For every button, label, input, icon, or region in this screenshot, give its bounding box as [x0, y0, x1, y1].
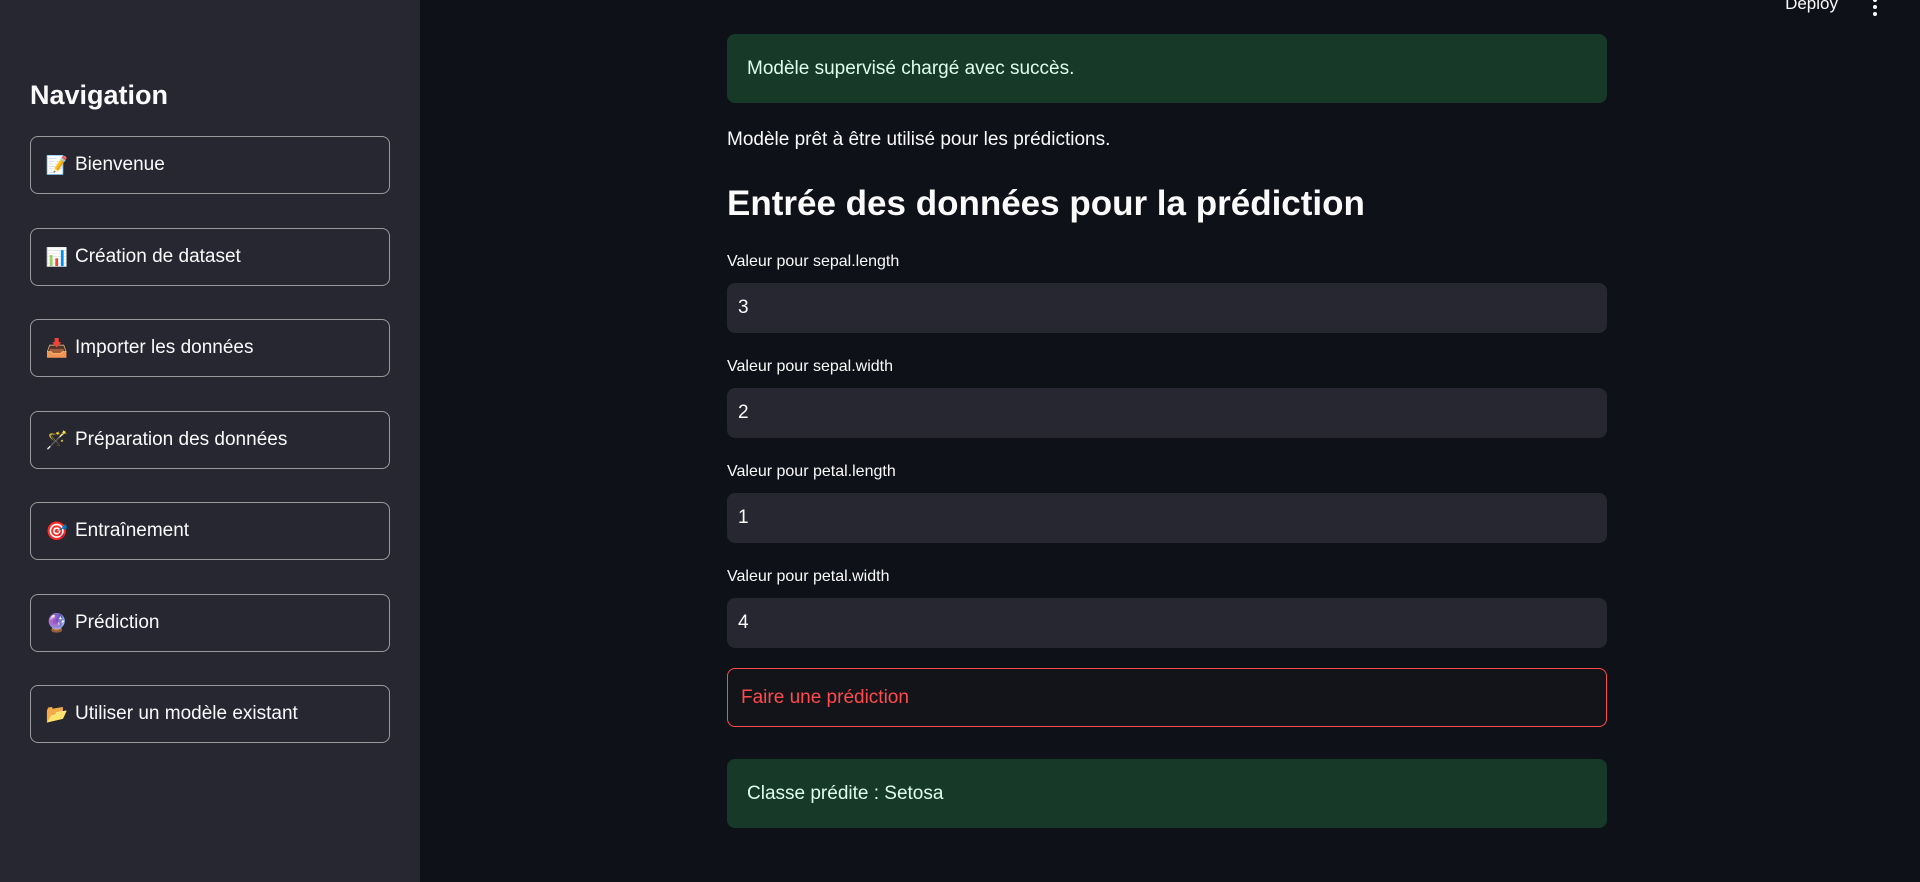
success-alert: Modèle supervisé chargé avec succès.	[727, 34, 1607, 103]
prediction-result-alert: Classe prédite : Setosa	[727, 759, 1607, 828]
predict-button[interactable]: Faire une prédiction	[727, 668, 1607, 727]
deploy-button[interactable]: Deploy	[1785, 0, 1838, 14]
nav-button-label: Utiliser un modèle existant	[75, 703, 298, 724]
prediction-result-text: Classe prédite : Setosa	[747, 782, 944, 804]
bar-chart-icon: 📊	[45, 246, 69, 267]
predict-button-label: Faire une prédiction	[741, 686, 909, 708]
page-heading: Entrée des données pour la prédiction	[727, 184, 1365, 223]
nav-button-label: Prédiction	[75, 612, 160, 633]
top-header: Deploy	[420, 0, 1920, 20]
nav-button-label: Préparation des données	[75, 429, 288, 450]
nav-button-label: Entraînement	[75, 520, 190, 541]
inbox-tray-icon: 📥	[45, 337, 69, 358]
kebab-menu-icon[interactable]	[1872, 0, 1878, 16]
nav-button-label: Création de dataset	[75, 246, 241, 267]
petal-length-label: Valeur pour petal.length	[727, 463, 896, 480]
ready-text: Modèle prêt à être utilisé pour les préd…	[727, 129, 1111, 150]
nav-button-prediction[interactable]: 🔮 Prédiction	[30, 594, 390, 652]
folder-icon: 📂	[45, 703, 69, 724]
nav-button-importer-donnees[interactable]: 📥 Importer les données	[30, 319, 390, 377]
target-icon: 🎯	[45, 520, 69, 541]
nav-button-preparation-donnees[interactable]: 🪄 Préparation des données	[30, 411, 390, 469]
sepal-width-label: Valeur pour sepal.width	[727, 358, 894, 375]
nav-button-entrainement[interactable]: 🎯 Entraînement	[30, 502, 390, 560]
magic-wand-icon: 🪄	[45, 429, 69, 450]
nav-button-bienvenue[interactable]: 📝 Bienvenue	[30, 136, 390, 194]
sepal-length-input[interactable]	[727, 283, 1607, 333]
petal-length-input[interactable]	[727, 493, 1607, 543]
petal-width-label: Valeur pour petal.width	[727, 568, 890, 585]
nav-button-utiliser-modele[interactable]: 📂 Utiliser un modèle existant	[30, 685, 390, 743]
sidebar-title: Navigation	[30, 80, 169, 110]
success-alert-text: Modèle supervisé chargé avec succès.	[747, 57, 1075, 79]
crystal-ball-icon: 🔮	[45, 612, 69, 633]
sepal-width-input[interactable]	[727, 388, 1607, 438]
nav-button-label: Importer les données	[75, 337, 254, 358]
memo-icon: 📝	[45, 154, 69, 175]
app-root: Navigation 📝 Bienvenue 📊 Création de dat…	[0, 0, 1920, 882]
sidebar: Navigation 📝 Bienvenue 📊 Création de dat…	[0, 0, 420, 882]
nav-button-creation-dataset[interactable]: 📊 Création de dataset	[30, 228, 390, 286]
petal-width-input[interactable]	[727, 598, 1607, 648]
sepal-length-label: Valeur pour sepal.length	[727, 253, 900, 270]
nav-button-label: Bienvenue	[75, 154, 165, 175]
